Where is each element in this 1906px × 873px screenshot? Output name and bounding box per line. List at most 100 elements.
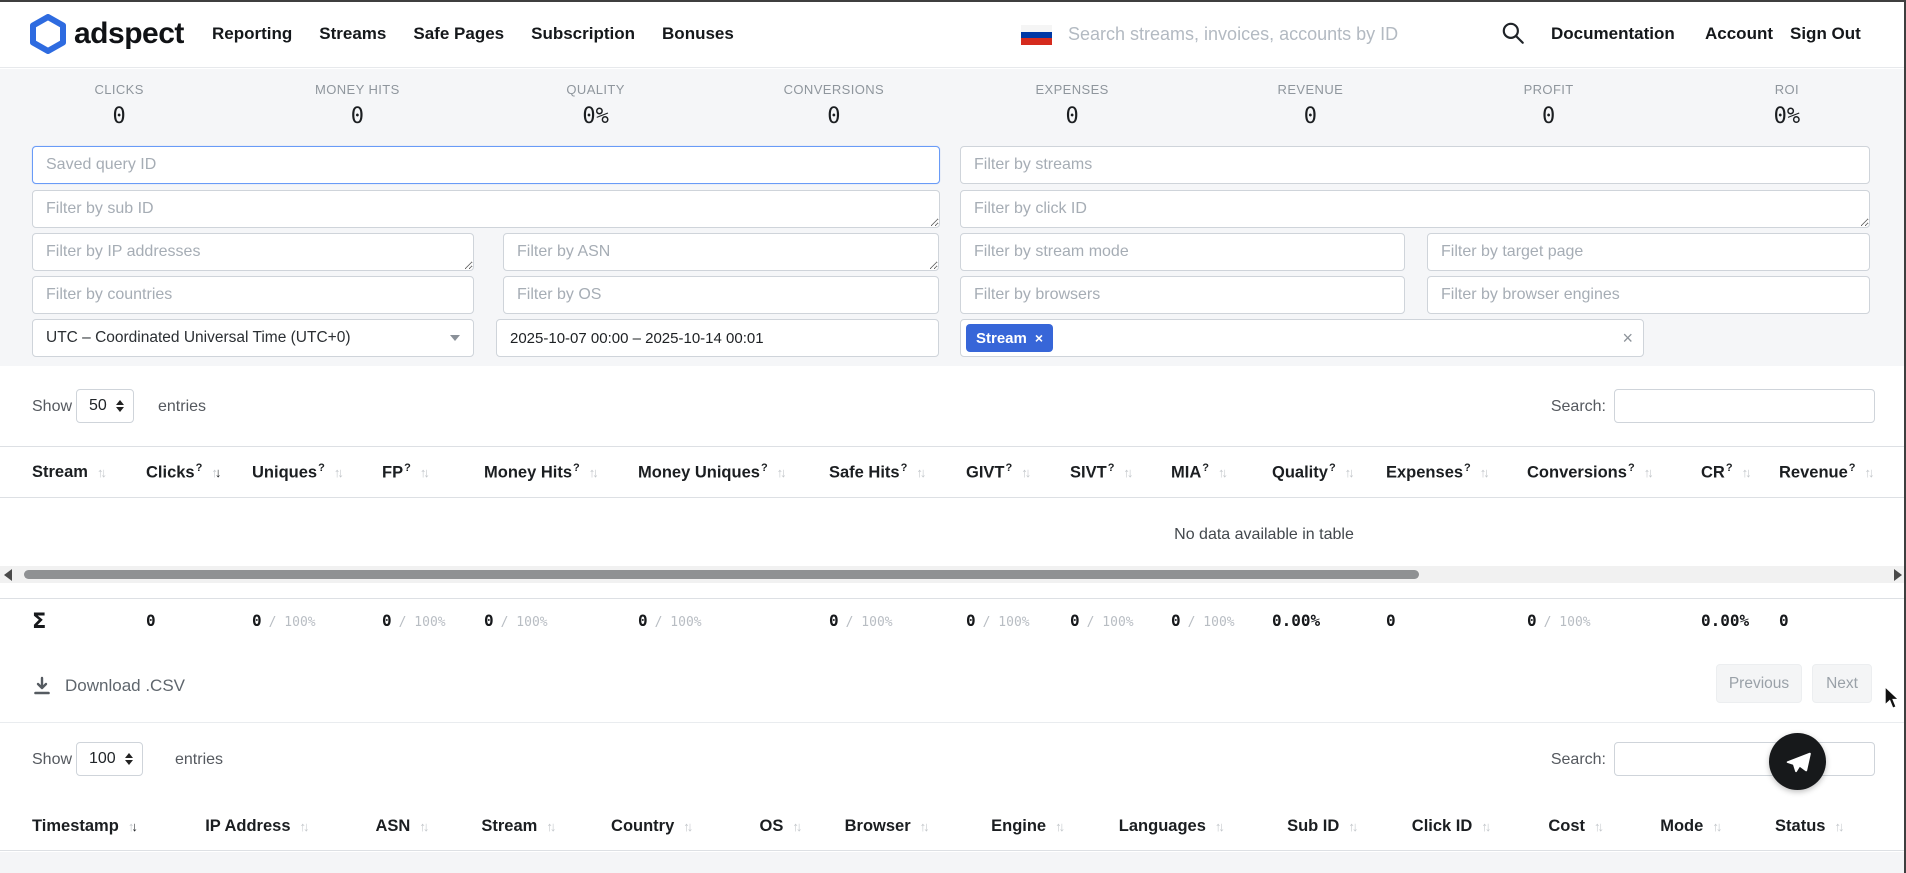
sort-icon: ↑↓	[1215, 819, 1222, 834]
column-header-money-hits[interactable]: Money Hits?↑↓	[484, 462, 638, 483]
filter-streams-input[interactable]	[960, 146, 1870, 184]
column-label: MIA?	[1171, 462, 1209, 483]
date-range-value: 2025-10-07 00:00 – 2025-10-14 00:01	[510, 330, 764, 347]
column-header-cost[interactable]: Cost↑↓	[1548, 817, 1660, 836]
column-header-stream[interactable]: Stream↑↓	[32, 463, 146, 482]
stat-value: 0	[1430, 104, 1668, 129]
next-page-button[interactable]: Next	[1812, 664, 1872, 703]
column-header-timestamp[interactable]: Timestamp↑↓	[32, 817, 205, 836]
filter-browsers-input[interactable]	[960, 276, 1405, 314]
summary-sigma: Σ	[32, 609, 46, 633]
column-header-quality[interactable]: Quality?↑↓	[1272, 462, 1386, 483]
report-table-search-input[interactable]	[1614, 389, 1875, 423]
show-label: Show	[32, 751, 72, 769]
timezone-select[interactable]: UTC – Coordinated Universal Time (UTC+0)	[32, 319, 474, 357]
column-header-click-id[interactable]: Click ID↑↓	[1412, 817, 1549, 836]
horizontal-scrollbar[interactable]	[0, 566, 1906, 583]
column-header-country[interactable]: Country↑↓	[611, 817, 759, 836]
column-label: FP?	[382, 462, 411, 483]
column-header-mode[interactable]: Mode ↑↓	[1660, 817, 1775, 836]
column-header-sivt[interactable]: SIVT?↑↓	[1070, 462, 1171, 483]
column-header-expenses[interactable]: Expenses?↑↓	[1386, 462, 1527, 483]
summary-cell-expenses: 0	[1386, 611, 1527, 630]
filter-click-id-textarea[interactable]	[960, 190, 1870, 228]
telegram-button[interactable]	[1769, 733, 1826, 790]
entries-label: entries	[175, 751, 223, 769]
sort-icon: ↑↓	[1594, 819, 1601, 834]
nav-item-bonuses[interactable]: Bonuses	[662, 24, 734, 44]
filter-asn-textarea[interactable]	[503, 233, 939, 271]
column-header-languages[interactable]: Languages↑↓	[1119, 817, 1287, 836]
logo-text: adspect	[74, 17, 184, 51]
stream-tag[interactable]: Stream ×	[966, 324, 1053, 352]
column-header-os[interactable]: OS↑↓	[760, 817, 845, 836]
filter-target-page-input[interactable]	[1427, 233, 1870, 271]
summary-cell-money-hits: 0/ 100%	[484, 611, 638, 630]
column-header-safe-hits[interactable]: Safe Hits?↑↓	[829, 462, 966, 483]
date-range-input[interactable]: 2025-10-07 00:00 – 2025-10-14 00:01	[496, 319, 939, 357]
column-header-clicks[interactable]: Clicks?↑↓	[146, 462, 252, 483]
summary-cell-revenue: 0	[1779, 611, 1874, 630]
sort-icon: ↑↓	[1712, 819, 1719, 834]
column-header-browser[interactable]: Browser↑↓	[845, 817, 991, 836]
summary-value: 0	[1070, 611, 1080, 630]
column-label: Stream	[32, 463, 88, 482]
nav-link-documentation[interactable]: Documentation	[1551, 0, 1675, 68]
column-header-cr[interactable]: CR?↑↓	[1701, 462, 1779, 483]
filter-os-input[interactable]	[503, 276, 939, 314]
nav-link-account[interactable]: Account	[1705, 0, 1773, 68]
adspect-logo[interactable]: adspect	[30, 14, 184, 54]
clicks-table-search-input[interactable]	[1614, 742, 1875, 776]
filter-ip-addresses-textarea[interactable]	[32, 233, 474, 271]
nav-item-reporting[interactable]: Reporting	[212, 24, 292, 44]
clear-tags-icon[interactable]: ×	[1622, 328, 1633, 349]
chevron-down-icon	[450, 335, 460, 341]
column-header-mia[interactable]: MIA? ↑↓	[1171, 462, 1272, 483]
sort-icon: ↑↓	[546, 819, 553, 834]
sort-icon: ↑↓	[1218, 465, 1225, 480]
global-search-input[interactable]	[1068, 16, 1448, 52]
nav-item-streams[interactable]: Streams	[319, 24, 386, 44]
scrollbar-thumb[interactable]	[24, 570, 1419, 579]
saved-query-id-input[interactable]	[32, 146, 940, 184]
column-header-fp[interactable]: FP?↑↓	[382, 462, 484, 483]
help-mark: ?	[573, 462, 580, 474]
stream-tag-label: Stream	[976, 330, 1027, 347]
remove-tag-icon[interactable]: ×	[1035, 330, 1043, 346]
scroll-left-button[interactable]	[1, 568, 15, 581]
sort-icon: ↑↓	[1865, 465, 1872, 480]
page-size-select[interactable]: 50	[76, 389, 134, 423]
summary-cell-quality: 0.00%	[1272, 611, 1386, 630]
page-size-select[interactable]: 100	[76, 742, 143, 776]
column-header-conversions[interactable]: Conversions?↑↓	[1527, 462, 1701, 483]
column-header-revenue[interactable]: Revenue?↑↓	[1779, 462, 1874, 483]
nav-item-safe-pages[interactable]: Safe Pages	[413, 24, 504, 44]
top-navbar: adspect Reporting Streams Safe Pages Subscr…	[0, 0, 1906, 68]
column-header-stream[interactable]: Stream↑↓	[481, 817, 611, 836]
scroll-right-button[interactable]	[1891, 568, 1905, 581]
column-header-asn[interactable]: ASN↑↓	[375, 817, 481, 836]
column-header-engine[interactable]: Engine↑↓	[991, 817, 1119, 836]
stat-value: 0	[1191, 104, 1429, 129]
filter-countries-input[interactable]	[32, 276, 474, 314]
filter-browser-engines-input[interactable]	[1427, 276, 1870, 314]
column-header-money-uniques[interactable]: Money Uniques?↑↓	[638, 462, 829, 483]
filter-sub-id-textarea[interactable]	[32, 190, 940, 228]
stream-filter-tagbox[interactable]: Stream × ×	[960, 319, 1644, 357]
column-header-status[interactable]: Status↑↓	[1775, 817, 1874, 836]
previous-page-button[interactable]: Previous	[1716, 664, 1802, 703]
column-header-uniques[interactable]: Uniques?↑↓	[252, 462, 382, 483]
column-label: Mode	[1660, 817, 1703, 836]
sort-desc-arrow-icon: ↓	[592, 465, 596, 480]
nav-link-sign-out[interactable]: Sign Out	[1790, 0, 1861, 68]
sort-desc-arrow-icon: ↓	[1221, 465, 1225, 480]
column-header-sub-id[interactable]: Sub ID↑↓	[1287, 817, 1412, 836]
column-header-givt[interactable]: GIVT?↑↓	[966, 462, 1070, 483]
download-csv-button[interactable]: Download .CSV	[32, 676, 185, 696]
filter-stream-mode-input[interactable]	[960, 233, 1405, 271]
language-flag-icon[interactable]	[1021, 25, 1052, 45]
nav-item-subscription[interactable]: Subscription	[531, 24, 635, 44]
column-header-ip-address[interactable]: IP Address↑↓	[205, 817, 375, 836]
summary-ratio: / 100%	[1087, 615, 1134, 630]
search-icon[interactable]	[1500, 20, 1526, 46]
